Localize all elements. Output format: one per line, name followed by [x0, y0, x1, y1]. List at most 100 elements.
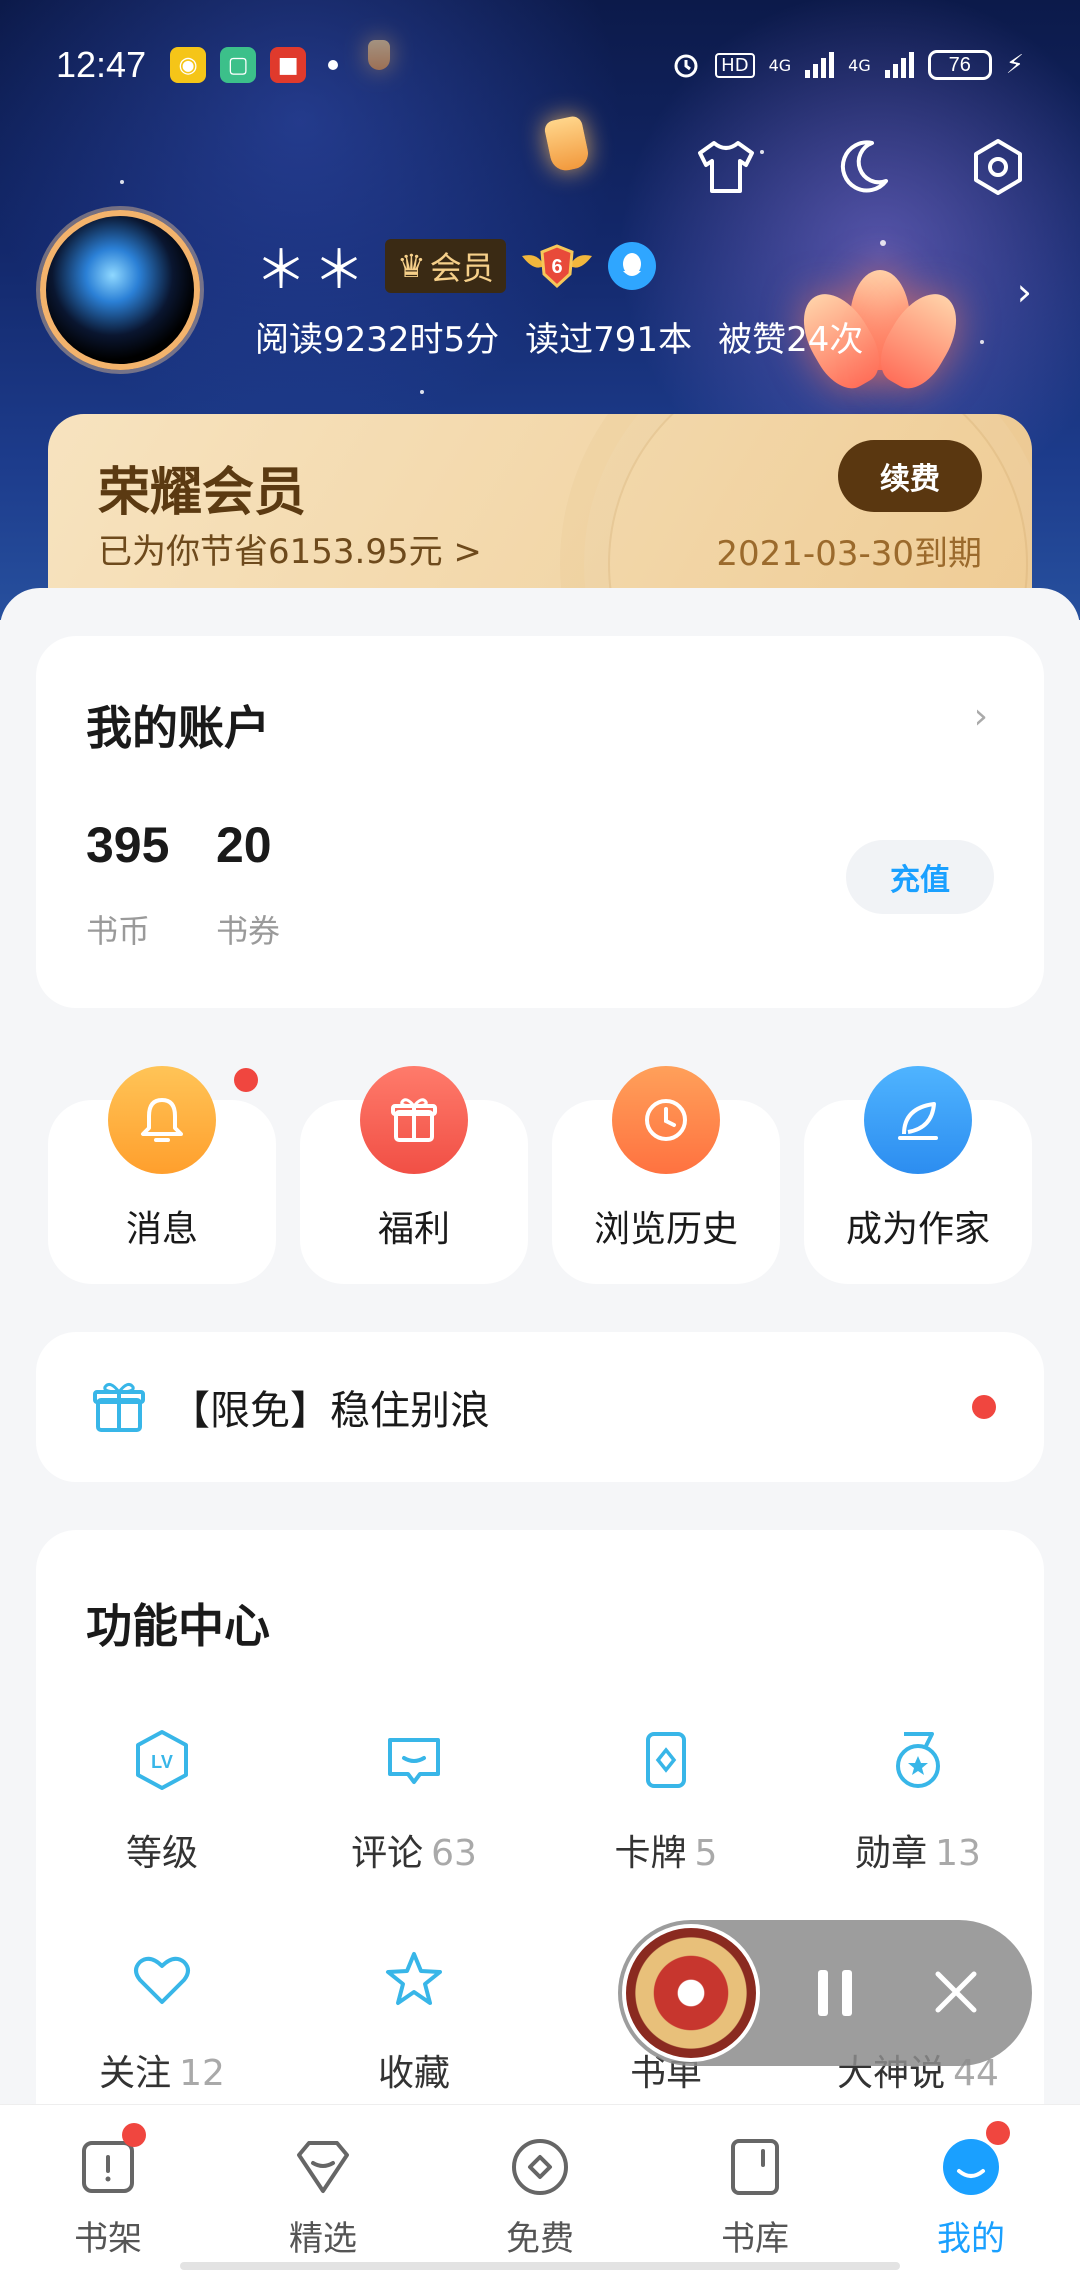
read-time: 阅读9232时5分 [255, 320, 500, 360]
signal-icon [884, 52, 914, 78]
nav-featured[interactable]: 精选 [248, 2135, 398, 2260]
chat-app-icon: ▢ [220, 47, 257, 83]
lantern-decoration [543, 114, 591, 174]
gift-icon [360, 1066, 468, 1174]
promo-unread-dot [972, 1395, 996, 1419]
weibo-app-icon: ◉ [170, 47, 207, 83]
battery-level: 76 [948, 53, 971, 76]
me-badge-dot [986, 2121, 1010, 2145]
vip-expiry-date: 2021-03-30到期 [716, 534, 982, 574]
gift-icon [90, 1378, 148, 1440]
function-center-card: 功能中心 LV 等级 评论 63 卡牌 5 勋章 13 关注 12 收藏 书单 … [36, 1530, 1044, 2190]
heart-icon [124, 1942, 200, 2018]
account-card[interactable]: 我的账户 › 395 书币 20 书券 充值 [36, 636, 1044, 1008]
function-item-label: 关注 [99, 2053, 172, 2094]
bookshelf-badge-dot [122, 2123, 146, 2147]
quick-action-label: 消息 [125, 1209, 198, 1250]
floating-audio-player[interactable] [618, 1920, 1032, 2066]
function-item-label: 等级 [125, 1833, 198, 1874]
function-item-favorites[interactable]: 收藏 [288, 1942, 540, 2096]
status-bar: 12:47 ◉ ▢ ■ HD 4G 4G 76 ⚡ [56, 40, 1024, 90]
function-item-label: 卡牌 [614, 1833, 687, 1874]
vip-saved-amount[interactable]: 已为你节省6153.95元 > [98, 524, 482, 573]
avatar[interactable] [40, 210, 200, 370]
hd-icon: HD [715, 52, 755, 78]
function-item-count: 5 [694, 1833, 718, 1874]
theme-shirt-icon[interactable] [694, 135, 758, 199]
level-number: 6 [551, 256, 562, 278]
gesture-home-bar[interactable] [180, 2262, 900, 2270]
profile-chevron-right-icon[interactable]: › [1017, 270, 1032, 314]
settings-gear-icon[interactable] [966, 135, 1030, 199]
messages-unread-dot [234, 1068, 258, 1092]
function-item-medals[interactable]: 勋章 13 [792, 1722, 1044, 1876]
profile-header: 12:47 ◉ ▢ ■ HD 4G 4G 76 ⚡ ＊＊ ♛ 会员 6 阅读92… [0, 0, 1080, 620]
crown-icon: ♛ [397, 246, 426, 285]
level-icon: LV [124, 1722, 200, 1798]
nav-me[interactable]: 我的 [896, 2135, 1046, 2260]
nav-label: 书架 [74, 2219, 142, 2259]
reader-app-icon: ■ [270, 47, 307, 83]
level-badge[interactable]: 6 [520, 242, 594, 290]
promo-banner[interactable]: 【限免】稳住别浪 [36, 1332, 1044, 1482]
quick-action-messages[interactable]: 消息 [48, 1066, 276, 1284]
quick-action-label: 浏览历史 [593, 1209, 738, 1250]
svg-text:LV: LV [151, 1752, 173, 1772]
quick-action-history[interactable]: 浏览历史 [552, 1066, 780, 1284]
alarm-icon [674, 54, 698, 78]
me-mascot-icon [939, 2135, 1003, 2199]
promo-text: 【限免】稳住别浪 [170, 1388, 490, 1434]
signal-icon [805, 52, 835, 78]
coins-value[interactable]: 395 [86, 816, 169, 874]
function-item-label: 收藏 [377, 2053, 450, 2094]
recharge-button[interactable]: 充值 [846, 840, 994, 914]
function-item-following[interactable]: 关注 12 [36, 1942, 288, 2096]
quick-action-welfare[interactable]: 福利 [300, 1066, 528, 1284]
coins-label: 书币 [86, 912, 151, 950]
nav-label: 精选 [289, 2219, 357, 2259]
vouchers-label: 书券 [216, 912, 281, 950]
clock-icon [612, 1066, 720, 1174]
quill-icon [864, 1066, 972, 1174]
more-notifications-icon [328, 60, 339, 70]
vouchers-value[interactable]: 20 [216, 816, 272, 874]
function-item-label: 勋章 [855, 1833, 928, 1874]
vip-badge-label: 会员 [429, 248, 494, 287]
likes-count: 被赞24次 [718, 320, 864, 360]
network-2-label: 4G [848, 55, 871, 75]
vip-title: 荣耀会员 [98, 463, 307, 523]
quick-action-label: 成为作家 [845, 1209, 990, 1250]
card-icon [628, 1722, 704, 1798]
comment-icon [376, 1722, 452, 1798]
night-mode-moon-icon[interactable] [830, 135, 894, 199]
username[interactable]: ＊＊ [255, 228, 371, 303]
function-item-comments[interactable]: 评论 63 [288, 1722, 540, 1876]
quick-action-label: 福利 [377, 1209, 450, 1250]
nav-bookshelf[interactable]: 书架 [33, 2135, 183, 2260]
medal-icon [880, 1722, 956, 1798]
renew-button[interactable]: 续费 [838, 440, 982, 512]
qq-badge-icon[interactable] [607, 241, 656, 290]
function-item-count: 12 [179, 2053, 225, 2094]
reading-stats[interactable]: 阅读9232时5分 读过791本 被赞24次 [255, 312, 863, 361]
nav-library[interactable]: 书库 [680, 2135, 830, 2260]
book-cover-thumbnail[interactable] [622, 1924, 760, 2062]
battery-icon: 76 [927, 50, 992, 80]
pause-icon[interactable] [818, 1970, 862, 2016]
nav-free[interactable]: 免费 [465, 2135, 615, 2260]
function-center-title: 功能中心 [86, 1599, 270, 1653]
chevron-right-icon[interactable]: › [974, 696, 988, 737]
close-icon[interactable] [930, 1966, 982, 2018]
vip-badge[interactable]: ♛ 会员 [385, 238, 506, 293]
nav-label: 书库 [721, 2219, 789, 2259]
account-title: 我的账户 [86, 701, 270, 755]
charging-icon: ⚡ [1005, 50, 1024, 80]
quick-action-become-writer[interactable]: 成为作家 [804, 1066, 1032, 1284]
function-item-level[interactable]: LV 等级 [36, 1722, 288, 1876]
star-icon [376, 1942, 452, 2018]
function-item-count: 63 [431, 1833, 477, 1874]
diamond-icon [291, 2135, 355, 2199]
function-item-cards[interactable]: 卡牌 5 [540, 1722, 792, 1876]
function-item-count: 13 [935, 1833, 981, 1874]
function-item-label: 评论 [351, 1833, 424, 1874]
